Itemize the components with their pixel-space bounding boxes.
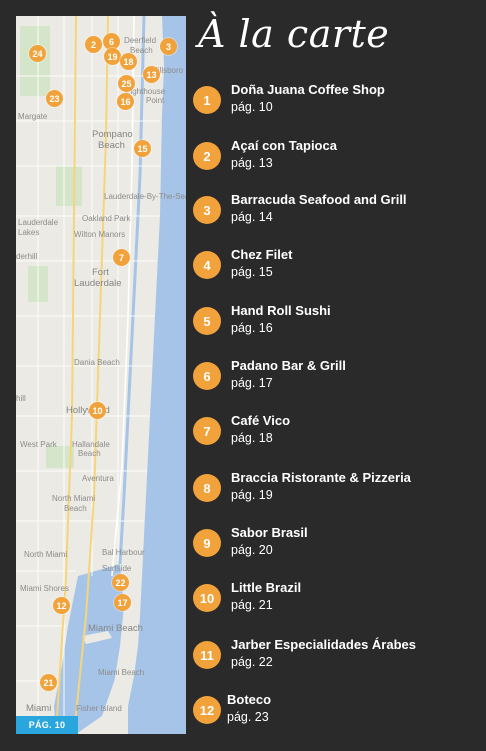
entry-name: Café Vico xyxy=(231,413,291,428)
map-pin[interactable]: 10 xyxy=(89,402,106,419)
entry-name: Chez Filet xyxy=(231,247,293,262)
map-pin[interactable]: 3 xyxy=(160,38,177,55)
place-label: Oakland Park xyxy=(82,214,131,223)
entry-page: pág. 15 xyxy=(231,265,273,279)
entry-page: pág. 18 xyxy=(231,431,273,445)
entry-page: pág. 21 xyxy=(231,598,273,612)
place-label: hill xyxy=(16,394,26,403)
place-label: Miami Shores xyxy=(20,584,69,593)
place-label: Aventura xyxy=(82,474,114,483)
map-pin[interactable]: 15 xyxy=(134,140,151,157)
place-label: West Park xyxy=(20,440,57,449)
entry-name: Barracuda Seafood and Grill xyxy=(231,192,407,207)
restaurant-entry[interactable]: 6 Padano Bar & Grill pág. 17 xyxy=(193,358,483,398)
entry-page: pág. 16 xyxy=(231,321,273,335)
entry-name: Hand Roll Sushi xyxy=(231,303,331,318)
entry-page: pág. 14 xyxy=(231,210,273,224)
place-label: Lauderdale xyxy=(74,278,122,289)
entry-page: pág. 10 xyxy=(231,100,273,114)
restaurant-entry[interactable]: 2 Açaí con Tapioca pág. 13 xyxy=(193,138,483,178)
entry-name: Sabor Brasil xyxy=(231,525,308,540)
map-pin[interactable]: 16 xyxy=(117,93,134,110)
entry-name: Boteco xyxy=(227,692,272,707)
map-pin[interactable]: 18 xyxy=(120,53,137,70)
entry-name: Doña Juana Coffee Shop xyxy=(231,82,385,97)
entry-page: pág. 20 xyxy=(231,543,273,557)
place-label: Wilton Manors xyxy=(74,230,126,239)
place-label: Hallandale xyxy=(72,440,110,449)
restaurant-entry[interactable]: 10 Little Brazil pág. 21 xyxy=(193,580,483,620)
place-label: Surfside xyxy=(102,564,132,573)
place-label: Bal Harbour xyxy=(102,548,145,557)
entry-page: pág. 23 xyxy=(227,710,269,724)
map-pin[interactable]: 25 xyxy=(118,75,135,92)
map-pin[interactable]: 13 xyxy=(143,66,160,83)
map-pin[interactable]: 2 xyxy=(85,36,102,53)
restaurant-entry[interactable]: 12 Boteco pág. 23 xyxy=(193,692,483,732)
map-pin[interactable]: 19 xyxy=(104,48,121,65)
page-title: À la carte xyxy=(198,12,390,56)
place-label: Point xyxy=(146,96,165,105)
restaurant-entry[interactable]: 7 Café Vico pág. 18 xyxy=(193,413,483,453)
place-label: derhill xyxy=(16,252,38,261)
entry-number-badge: 3 xyxy=(193,196,221,224)
entry-number-badge: 1 xyxy=(193,86,221,114)
place-label: Deerfield xyxy=(124,36,157,45)
place-label: Miami xyxy=(26,703,52,714)
place-label: North Miami xyxy=(52,494,96,503)
place-label: Pompano xyxy=(92,129,133,140)
restaurant-entry[interactable]: 5 Hand Roll Sushi pág. 16 xyxy=(193,303,483,343)
entry-name: Padano Bar & Grill xyxy=(231,358,346,373)
entry-name: Jarber Especialidades Árabes xyxy=(231,637,416,652)
map-pin[interactable]: 21 xyxy=(40,674,57,691)
page-badge: PÁG. 10 xyxy=(16,716,78,734)
entry-number-badge: 9 xyxy=(193,529,221,557)
entry-page: pág. 19 xyxy=(231,488,273,502)
entry-page: pág. 17 xyxy=(231,376,273,390)
entry-number-badge: 4 xyxy=(193,251,221,279)
restaurant-entry[interactable]: 4 Chez Filet pág. 15 xyxy=(193,247,483,287)
place-label: Lauderdale-By-The-Sea xyxy=(104,192,186,201)
place-label: North Miami xyxy=(24,550,68,559)
map-pin[interactable]: 24 xyxy=(29,45,46,62)
entry-number-badge: 5 xyxy=(193,307,221,335)
map-pin[interactable]: 12 xyxy=(53,597,70,614)
entry-name: Little Brazil xyxy=(231,580,302,595)
entry-page: pág. 22 xyxy=(231,655,273,669)
place-label: Beach xyxy=(78,449,101,458)
map-pin[interactable]: 23 xyxy=(46,90,63,107)
place-label: Dania Beach xyxy=(74,358,120,367)
entry-name: Açaí con Tapioca xyxy=(231,138,337,153)
entry-number-badge: 8 xyxy=(193,474,221,502)
place-label: Fort xyxy=(92,267,109,278)
restaurant-entry[interactable]: 3 Barracuda Seafood and Grill pág. 14 xyxy=(193,192,483,232)
place-label: Lauderdale xyxy=(18,218,59,227)
restaurant-entry[interactable]: 1 Doña Juana Coffee Shop pág. 10 xyxy=(193,82,483,122)
map[interactable]: Deerfield Beach Margate Pompano Beach Li… xyxy=(16,16,186,734)
place-label: Fisher Island xyxy=(76,704,122,713)
map-pin[interactable]: 7 xyxy=(113,249,130,266)
place-label: Beach xyxy=(98,140,125,151)
entry-number-badge: 12 xyxy=(193,696,221,724)
restaurant-entry[interactable]: 9 Sabor Brasil pág. 20 xyxy=(193,525,483,565)
restaurant-entry[interactable]: 11 Jarber Especialidades Árabes pág. 22 xyxy=(193,637,483,677)
entry-number-badge: 2 xyxy=(193,142,221,170)
entry-number-badge: 11 xyxy=(193,641,221,669)
place-label: Lakes xyxy=(18,228,40,237)
entry-name: Braccia Ristorante & Pizzeria xyxy=(231,470,411,485)
map-pin[interactable]: 22 xyxy=(112,574,129,591)
place-label: Margate xyxy=(18,112,48,121)
entry-number-badge: 7 xyxy=(193,417,221,445)
entry-number-badge: 6 xyxy=(193,362,221,390)
restaurant-entry[interactable]: 8 Braccia Ristorante & Pizzeria pág. 19 xyxy=(193,470,483,510)
map-pin[interactable]: 17 xyxy=(114,594,131,611)
place-label: Miami Beach xyxy=(98,668,145,677)
entry-page: pág. 13 xyxy=(231,156,273,170)
place-label: Miami Beach xyxy=(88,623,143,634)
entry-number-badge: 10 xyxy=(193,584,221,612)
place-label: Beach xyxy=(64,504,87,513)
